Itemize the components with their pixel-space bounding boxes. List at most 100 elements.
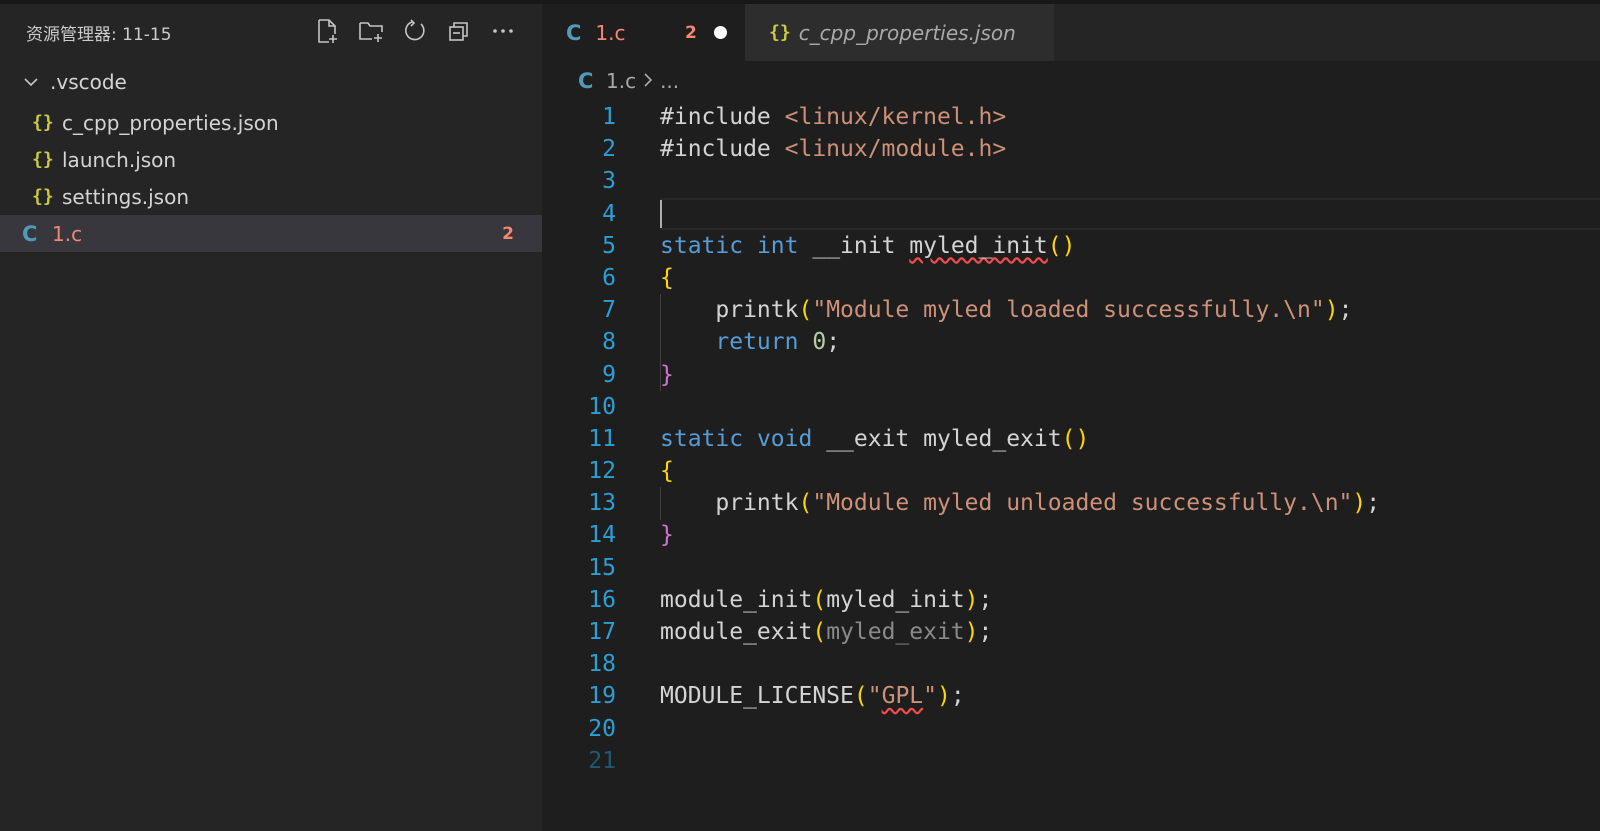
line-number: 20 [588, 715, 616, 742]
line-number: 8 [602, 329, 616, 356]
folder-name: .vscode [50, 70, 127, 94]
unsaved-dot-icon[interactable] [714, 26, 727, 39]
file-name: settings.json [62, 184, 190, 209]
chevron-right-icon [642, 69, 654, 93]
chevron-down-icon [22, 73, 50, 91]
c-file-icon: C [22, 221, 38, 246]
breadcrumb-file[interactable]: 1.c [606, 69, 636, 93]
line-number: 21 [588, 747, 616, 774]
tree-folder-vscode[interactable]: .vscode [0, 60, 542, 104]
code-line[interactable]: 17 module_exit(myled_exit); [542, 616, 1600, 648]
tab-bar: C 1.c 2 {} c_cpp_properties.json [542, 4, 1600, 61]
code-text: return 0; [715, 329, 841, 356]
c-file-icon: C [566, 20, 582, 45]
tab-label: 1.c [595, 20, 626, 45]
code-line[interactable]: 3 [542, 165, 1600, 197]
line-number: 7 [602, 297, 616, 324]
code-text: static int __init myled_init() [660, 232, 1076, 259]
line-number: 4 [602, 200, 616, 227]
tab-1c[interactable]: C 1.c 2 [542, 4, 745, 61]
line-number: 15 [588, 554, 616, 581]
code-line[interactable]: 15 [542, 552, 1600, 584]
line-number: 6 [602, 264, 616, 291]
line-number: 12 [588, 458, 616, 485]
line-number: 13 [588, 490, 616, 517]
line-number: 16 [588, 586, 616, 613]
explorer-header: 资源管理器: 11-15 [0, 4, 542, 60]
tree-file-1c[interactable]: C 1.c 2 [0, 215, 542, 252]
tree-file-launch[interactable]: {} launch.json [0, 141, 542, 178]
indent-guide [660, 487, 661, 520]
line-number: 10 [588, 393, 616, 420]
code-text: module_init(myled_init); [660, 586, 993, 613]
breadcrumb-rest[interactable]: ... [660, 69, 679, 93]
tab-label: c_cpp_properties.json [798, 20, 1016, 45]
code-line[interactable]: 8 return 0; [542, 326, 1600, 358]
breadcrumb: C 1.c ... [542, 61, 1600, 101]
error-count-badge: 2 [502, 223, 514, 244]
c-file-icon: C [578, 69, 594, 93]
line-number: 14 [588, 522, 616, 549]
collapse-all-icon[interactable] [444, 16, 474, 46]
code-line[interactable]: 5 static int __init myled_init() [542, 230, 1600, 262]
file-name: launch.json [62, 147, 177, 172]
code-line[interactable]: 2 #include <linux/module.h> [542, 133, 1600, 165]
line-number: 11 [588, 425, 616, 452]
code-text: #include <linux/module.h> [660, 136, 1007, 163]
explorer-sidebar: 资源管理器: 11-15 .vscode {} c_cpp_properties… [0, 4, 542, 831]
tab-c-cpp-properties[interactable]: {} c_cpp_properties.json [745, 4, 1054, 61]
code-text: } [660, 361, 674, 388]
file-name: c_cpp_properties.json [62, 110, 279, 135]
tab-error-count: 2 [685, 22, 697, 43]
code-line[interactable]: 14} [542, 519, 1600, 551]
file-name: 1.c [52, 221, 83, 246]
code-line[interactable]: 20 [542, 713, 1600, 745]
line-number: 3 [602, 168, 616, 195]
line-number: 9 [602, 361, 616, 388]
text-cursor [660, 199, 662, 228]
code-text: static void __exit myled_exit() [660, 425, 1090, 452]
more-icon[interactable] [488, 16, 518, 46]
code-line[interactable]: 12 { [542, 455, 1600, 487]
json-file-icon: {} [32, 149, 54, 170]
code-line[interactable]: 13 printk("Module myled unloaded success… [542, 487, 1600, 519]
code-text: printk("Module myled unloaded successful… [660, 490, 1381, 517]
json-file-icon: {} [32, 112, 54, 133]
code-line[interactable]: 18 [542, 648, 1600, 680]
code-text: } [660, 522, 674, 549]
code-line[interactable]: 1 #include <linux/kernel.h> [542, 101, 1600, 133]
line-number: 17 [588, 619, 616, 645]
code-line[interactable]: 19 MODULE_LICENSE("GPL"); [542, 680, 1600, 712]
code-line[interactable]: 10 [542, 391, 1600, 423]
explorer-title: 资源管理器: 11-15 [26, 24, 172, 45]
code-text: { [660, 264, 674, 291]
editor-area: C 1.c 2 {} c_cpp_properties.json C 1.c .… [542, 4, 1600, 831]
code-line[interactable]: 6{ [542, 262, 1600, 294]
code-text: printk("Module myled loaded successfully… [660, 297, 1353, 324]
code-line[interactable]: 7 printk("Module myled loaded successful… [542, 294, 1600, 326]
code-line[interactable]: 16 module_init(myled_init); [542, 584, 1600, 616]
code-line[interactable]: 11 static void __exit myled_exit() [542, 423, 1600, 455]
refresh-icon[interactable] [400, 16, 430, 46]
new-file-icon[interactable] [312, 16, 342, 46]
code-line[interactable]: 9} [542, 359, 1600, 391]
current-line-highlight [660, 197, 1600, 230]
tree-file-c-cpp-properties[interactable]: {} c_cpp_properties.json [0, 104, 542, 141]
code-text: module_exit(myled_exit); [660, 619, 993, 645]
code-text: MODULE_LICENSE("GPL"); [660, 683, 965, 710]
explorer-actions [312, 16, 518, 46]
line-number: 2 [602, 136, 616, 163]
line-number: 19 [588, 683, 616, 710]
code-text: { [660, 458, 674, 485]
line-number: 5 [602, 232, 616, 259]
json-file-icon: {} [769, 22, 791, 43]
tree-file-settings[interactable]: {} settings.json [0, 178, 542, 215]
json-file-icon: {} [32, 186, 54, 207]
indent-guide [660, 294, 661, 391]
line-number: 1 [602, 104, 616, 130]
code-line[interactable]: 21 [542, 745, 1600, 777]
new-folder-icon[interactable] [356, 16, 386, 46]
code-text: #include <linux/kernel.h> [660, 104, 1007, 130]
code-editor[interactable]: 1 #include <linux/kernel.h> 2 #include <lin… [542, 101, 1600, 777]
code-line[interactable]: 4 [542, 197, 1600, 230]
